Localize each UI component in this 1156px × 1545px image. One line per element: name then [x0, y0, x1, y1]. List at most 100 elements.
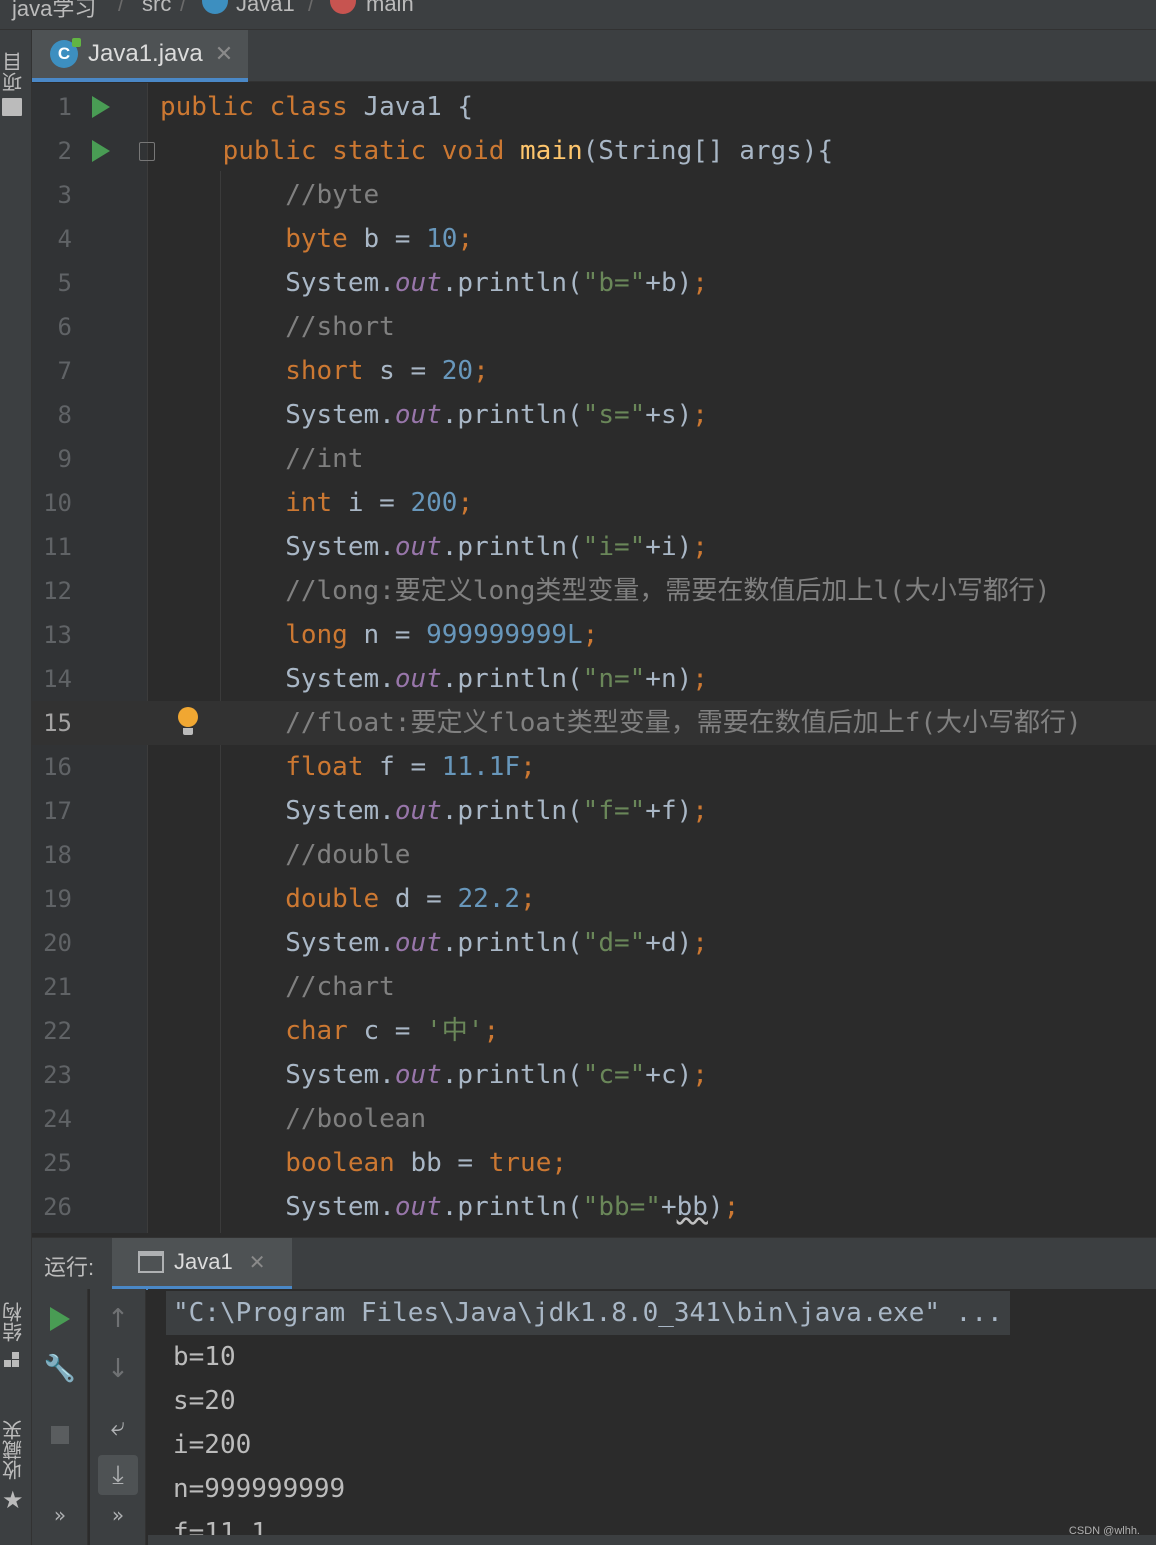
code-line[interactable]: 24 //boolean [32, 1097, 1156, 1141]
code-line[interactable]: 2 public static void main(String[] args)… [32, 129, 1156, 173]
code-line[interactable]: 12 //long:要定义long类型变量，需要在数值后加上l(大小写都行) [32, 569, 1156, 613]
more-actions-button[interactable]: » [40, 1495, 80, 1535]
code-token: "s=" [582, 400, 646, 430]
code-line[interactable]: 16 float f = 11.1F; [32, 745, 1156, 789]
code-token: //long:要定义long类型变量，需要在数值后加上l(大小写都行) [160, 576, 1051, 606]
code-text: short s = 20; [160, 349, 489, 393]
modify-run-config-button[interactable]: 🔧 [40, 1349, 80, 1389]
line-number: 18 [43, 841, 72, 869]
code-line[interactable]: 18 //double [32, 833, 1156, 877]
code-token: +c) [645, 1060, 693, 1090]
code-line[interactable]: 23 System.out.println("c="+c); [32, 1053, 1156, 1097]
run-gutter-icon[interactable] [92, 140, 110, 162]
code-token: ; [692, 268, 708, 298]
rerun-button[interactable] [40, 1299, 80, 1339]
code-token: //short [160, 312, 395, 342]
code-line[interactable]: 13 long n = 999999999L; [32, 613, 1156, 657]
code-line[interactable]: 6 //short [32, 305, 1156, 349]
code-line[interactable]: 11 System.out.println("i="+i); [32, 525, 1156, 569]
code-line[interactable]: 3 //byte [32, 173, 1156, 217]
run-tab-close-icon[interactable]: ✕ [249, 1250, 266, 1275]
console-line: b=10 [173, 1342, 236, 1372]
stop-icon [51, 1426, 69, 1444]
run-tool-window-header: 运行: Java1 ✕ [32, 1237, 1156, 1290]
code-token: out [394, 664, 442, 694]
tab-java1-java[interactable]: C Java1.java ✕ [32, 30, 248, 82]
code-line[interactable]: 19 double d = 22.2; [32, 877, 1156, 921]
code-token: "i=" [582, 532, 646, 562]
breadcrumb-item-src[interactable]: src [142, 0, 171, 17]
code-line[interactable]: 21 //chart [32, 965, 1156, 1009]
run-gutter-icon[interactable] [92, 96, 110, 118]
code-line[interactable]: 7 short s = 20; [32, 349, 1156, 393]
code-token: out [394, 268, 442, 298]
breadcrumb-item-method[interactable]: main [366, 0, 414, 17]
soft-wrap-icon: ⤶ [110, 1411, 126, 1442]
code-token: ; [582, 620, 599, 650]
play-icon [50, 1307, 70, 1331]
code-line[interactable]: 4 byte b = 10; [32, 217, 1156, 261]
code-token: +n) [645, 664, 693, 694]
code-token: char [160, 1016, 364, 1046]
watermark: CSDN @wlhh. [1068, 1525, 1140, 1537]
code-token: d = [394, 884, 458, 914]
code-token: .println( [441, 1192, 583, 1222]
structure-tool-button[interactable]: 结构 [0, 1292, 28, 1352]
code-token: i = [347, 488, 411, 518]
method-icon [330, 0, 356, 15]
console-output[interactable]: "C:\Program Files\Java\jdk1.8.0_341\bin\… [148, 1289, 1156, 1545]
code-text: System.out.println("s="+s); [160, 393, 708, 437]
line-number: 9 [57, 445, 72, 473]
code-text: public static void main(String[] args){ [160, 129, 834, 173]
line-number: 5 [57, 269, 72, 297]
code-token: //float:要定义float类型变量，需要在数值后加上f(大小写都行) [160, 708, 1082, 738]
code-line[interactable]: 17 System.out.println("f="+f); [32, 789, 1156, 833]
soft-wrap-button[interactable]: ⤶ [98, 1407, 138, 1447]
code-line[interactable]: 25 boolean bb = true; [32, 1141, 1156, 1185]
code-token: public static void [160, 136, 521, 166]
code-line[interactable]: 8 System.out.println("s="+s); [32, 393, 1156, 437]
project-tool-button[interactable]: 项目 [0, 42, 28, 102]
breadcrumb-item-class[interactable]: Java1 [236, 0, 295, 17]
favorites-tool-button[interactable]: 收藏夹 [0, 1410, 28, 1490]
code-token: .println( [441, 532, 583, 562]
console-horizontal-scrollbar[interactable] [148, 1535, 1156, 1545]
more-actions-button-secondary[interactable]: » [98, 1495, 138, 1535]
code-token: //double [160, 840, 411, 870]
code-editor[interactable]: 1 public class Java1 {2 public static voi… [32, 83, 1156, 1233]
code-line[interactable]: 5 System.out.println("b="+b); [32, 261, 1156, 305]
code-text: byte b = 10; [160, 217, 473, 261]
code-line[interactable]: 14 System.out.println("n="+n); [32, 657, 1156, 701]
code-token: //byte [160, 180, 380, 210]
tab-filename: Java1.java [88, 40, 203, 67]
code-token: System. [160, 1060, 395, 1090]
breadcrumb-item-project[interactable]: java学习 [12, 0, 96, 23]
code-line[interactable]: 1 public class Java1 { [32, 85, 1156, 129]
line-number: 6 [57, 313, 72, 341]
scroll-to-end-button[interactable]: ⤓ [98, 1455, 138, 1495]
code-token: System. [160, 532, 395, 562]
code-token: (String[] args){ [582, 136, 834, 166]
console-line: n=999999999 [173, 1474, 346, 1504]
line-number: 22 [43, 1017, 72, 1045]
code-token: + [660, 1192, 677, 1222]
code-line[interactable]: 15 //float:要定义float类型变量，需要在数值后加上f(大小写都行) [32, 701, 1156, 745]
code-line[interactable]: 9 //int [32, 437, 1156, 481]
line-number: 10 [43, 489, 72, 517]
star-icon: ★ [2, 1486, 24, 1514]
code-line[interactable]: 22 char c = '中'; [32, 1009, 1156, 1053]
code-line[interactable]: 26 System.out.println("bb="+bb); [32, 1185, 1156, 1229]
stop-button[interactable] [40, 1415, 80, 1455]
run-tab-java1[interactable]: Java1 ✕ [112, 1238, 292, 1290]
code-line[interactable]: 10 int i = 200; [32, 481, 1156, 525]
scroll-up-button[interactable]: ↑ [98, 1299, 138, 1339]
tab-close-icon[interactable]: ✕ [215, 41, 233, 67]
code-token: bb = [410, 1148, 489, 1178]
scroll-down-button[interactable]: ↓ [98, 1349, 138, 1389]
code-text: System.out.println("b="+b); [160, 261, 708, 305]
fold-icon[interactable] [139, 142, 155, 161]
code-token: +i) [645, 532, 693, 562]
code-token: float [160, 752, 380, 782]
code-line[interactable]: 20 System.out.println("d="+d); [32, 921, 1156, 965]
line-number: 21 [43, 973, 72, 1001]
